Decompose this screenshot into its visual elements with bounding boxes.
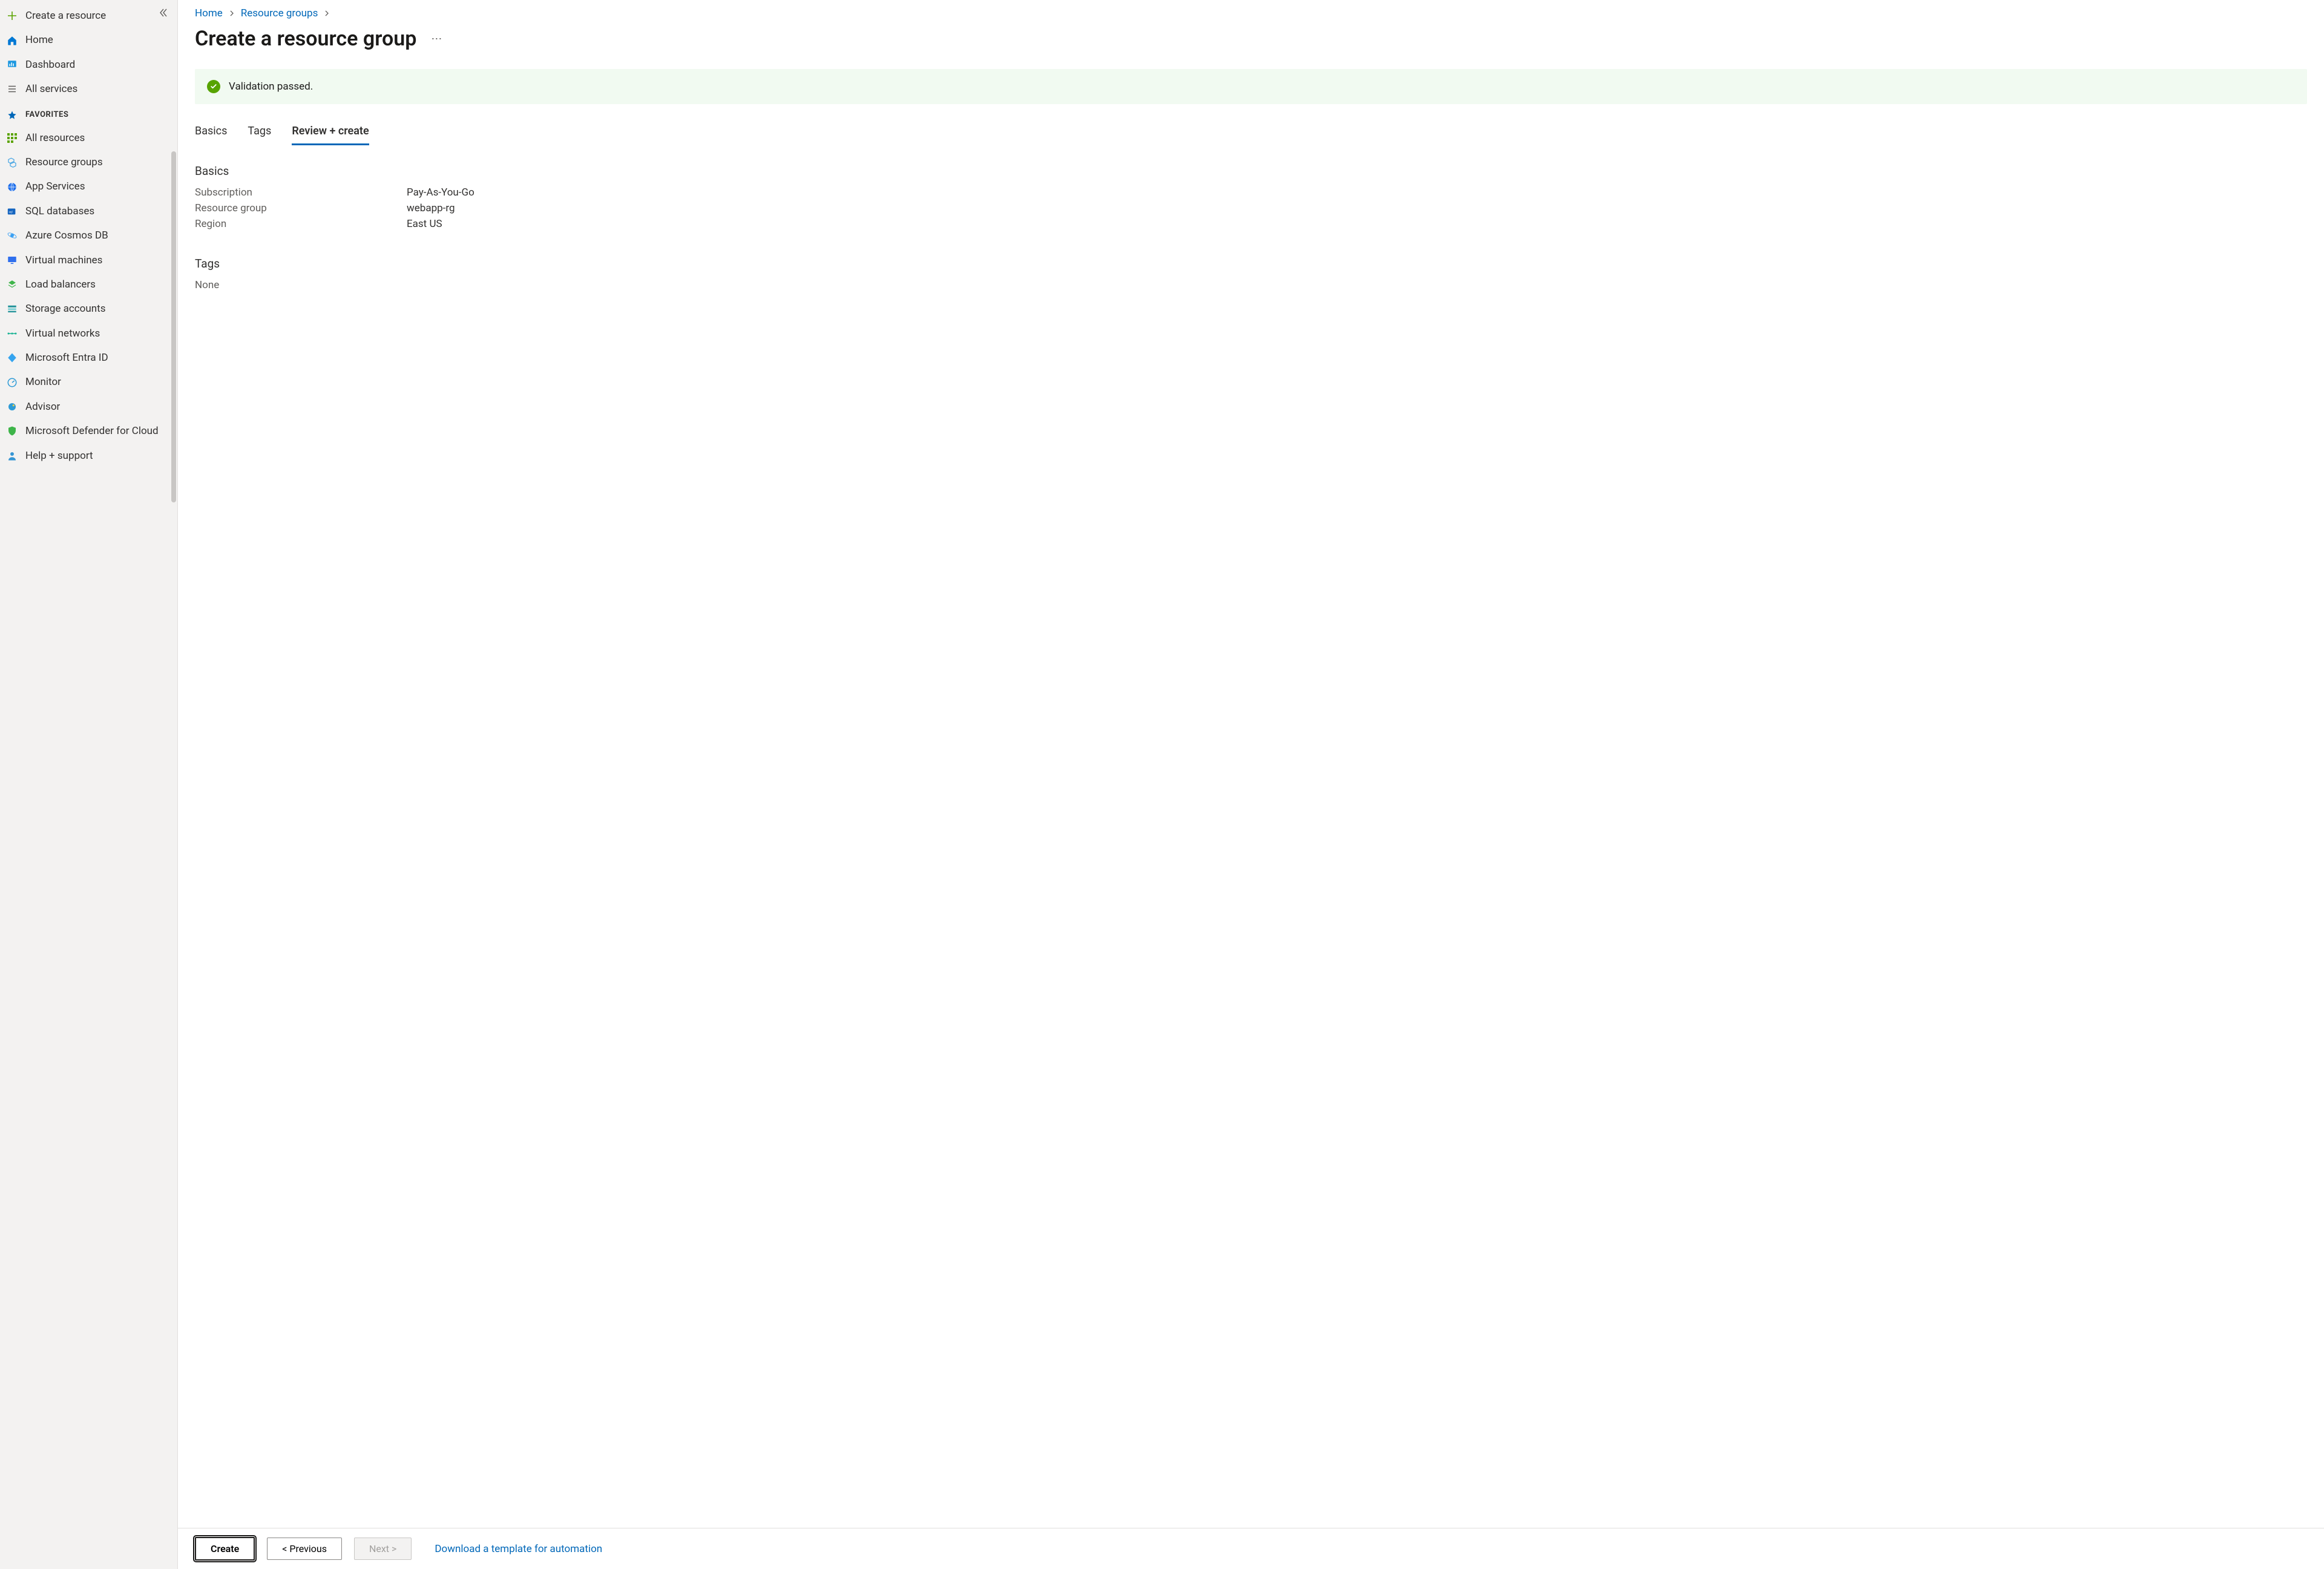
- sidebar-item-storage-accounts[interactable]: Storage accounts: [0, 297, 177, 321]
- grid-icon: [6, 132, 18, 144]
- tags-none-value: None: [195, 279, 2307, 291]
- sidebar-item-home[interactable]: Home: [0, 28, 177, 52]
- chevron-double-left-icon: [159, 8, 168, 18]
- sidebar-item-monitor[interactable]: Monitor: [0, 370, 177, 394]
- sidebar: Create a resource Home Dashboard All servic…: [0, 0, 178, 1569]
- star-icon: [6, 109, 18, 121]
- create-button[interactable]: Create: [195, 1537, 255, 1561]
- scrollbar-thumb[interactable]: [171, 151, 176, 502]
- page-title: Create a resource group: [195, 27, 416, 51]
- sidebar-item-cosmos-db[interactable]: Azure Cosmos DB: [0, 223, 177, 248]
- sidebar-scroll[interactable]: Create a resource Home Dashboard All servic…: [0, 0, 177, 1569]
- validation-message: Validation passed.: [229, 81, 313, 93]
- sidebar-item-all-resources[interactable]: All resources: [0, 126, 177, 150]
- sidebar-item-label: All resources: [25, 132, 85, 144]
- sidebar-item-label: Virtual networks: [25, 327, 100, 340]
- sidebar-item-label: Help + support: [25, 450, 93, 462]
- favorites-header: FAVORITES: [0, 102, 177, 126]
- more-actions-button[interactable]: ⋯: [427, 30, 445, 48]
- footer-action-bar: Create < Previous Next > Download a temp…: [178, 1528, 2324, 1569]
- download-template-link[interactable]: Download a template for automation: [435, 1543, 602, 1555]
- sidebar-item-resource-groups[interactable]: Resource groups: [0, 150, 177, 174]
- sidebar-item-sql-databases[interactable]: sql SQL databases: [0, 199, 177, 223]
- entra-icon: [6, 352, 18, 364]
- breadcrumb-home[interactable]: Home: [195, 7, 223, 19]
- sidebar-item-label: Dashboard: [25, 59, 75, 71]
- monitor-icon: [6, 377, 18, 389]
- collapse-sidebar-button[interactable]: [157, 6, 170, 19]
- tabs: Basics Tags Review + create: [195, 125, 2307, 146]
- sidebar-item-label: Resource groups: [25, 156, 103, 168]
- svg-text:sql: sql: [9, 211, 13, 214]
- sidebar-item-label: All services: [25, 83, 77, 95]
- review-tags-section: Tags None: [195, 257, 2307, 291]
- sql-icon: sql: [6, 205, 18, 217]
- tab-tags[interactable]: Tags: [248, 125, 271, 145]
- sidebar-item-defender[interactable]: Microsoft Defender for Cloud: [0, 419, 177, 443]
- review-basics-section: Basics Subscription Pay-As-You-Go Resource…: [195, 164, 2307, 230]
- sidebar-item-app-services[interactable]: App Services: [0, 174, 177, 199]
- sidebar-item-label: SQL databases: [25, 205, 94, 217]
- chevron-right-icon: [229, 10, 235, 16]
- home-icon: [6, 35, 18, 47]
- sidebar-item-label: Azure Cosmos DB: [25, 229, 108, 242]
- review-row-key: Region: [195, 218, 395, 230]
- support-icon: [6, 450, 18, 462]
- main-content: Home Resource groups Create a resource g…: [178, 0, 2324, 1569]
- sidebar-item-advisor[interactable]: Advisor: [0, 395, 177, 419]
- sidebar-item-entra-id[interactable]: Microsoft Entra ID: [0, 346, 177, 370]
- sidebar-item-label: Storage accounts: [25, 303, 105, 315]
- previous-button[interactable]: < Previous: [267, 1538, 342, 1560]
- basics-section-title: Basics: [195, 164, 2307, 178]
- vnet-icon: [6, 327, 18, 340]
- sidebar-item-label: Microsoft Entra ID: [25, 352, 108, 364]
- review-row-value: webapp-rg: [407, 202, 455, 214]
- sidebar-item-load-balancers[interactable]: Load balancers: [0, 272, 177, 297]
- sidebar-item-label: Advisor: [25, 401, 60, 413]
- tab-basics[interactable]: Basics: [195, 125, 227, 145]
- next-button: Next >: [354, 1538, 412, 1560]
- sidebar-item-virtual-machines[interactable]: Virtual machines: [0, 248, 177, 272]
- plus-icon: [6, 10, 18, 22]
- sidebar-item-dashboard[interactable]: Dashboard: [0, 53, 177, 77]
- review-row: Resource group webapp-rg: [195, 202, 2307, 214]
- sidebar-item-label: Microsoft Defender for Cloud: [25, 425, 159, 437]
- tab-review-create[interactable]: Review + create: [292, 125, 369, 145]
- validation-banner: Validation passed.: [195, 69, 2307, 104]
- sidebar-item-virtual-networks[interactable]: Virtual networks: [0, 321, 177, 346]
- storage-icon: [6, 303, 18, 315]
- list-icon: [6, 83, 18, 95]
- review-row-key: Resource group: [195, 202, 395, 214]
- breadcrumb-resource-groups[interactable]: Resource groups: [241, 7, 318, 19]
- sidebar-item-all-services[interactable]: All services: [0, 77, 177, 101]
- advisor-icon: [6, 401, 18, 413]
- review-row-value: East US: [407, 218, 442, 230]
- sidebar-item-label: Monitor: [25, 376, 61, 388]
- review-row: Region East US: [195, 218, 2307, 230]
- sidebar-item-label: Load balancers: [25, 278, 96, 291]
- cube-group-icon: [6, 156, 18, 168]
- sidebar-item-label: Virtual machines: [25, 254, 102, 266]
- check-circle-icon: [207, 80, 220, 93]
- cosmos-icon: [6, 229, 18, 242]
- tags-section-title: Tags: [195, 257, 2307, 271]
- sidebar-item-help-support[interactable]: Help + support: [0, 444, 177, 468]
- breadcrumb: Home Resource groups: [195, 7, 2307, 19]
- chevron-right-icon: [324, 10, 330, 16]
- review-row-value: Pay-As-You-Go: [407, 186, 474, 199]
- sidebar-item-label: Create a resource: [25, 10, 106, 22]
- lb-icon: [6, 278, 18, 291]
- vm-icon: [6, 254, 18, 266]
- globe-icon: [6, 181, 18, 193]
- sidebar-item-label: Home: [25, 34, 53, 46]
- shield-icon: [6, 425, 18, 437]
- dashboard-icon: [6, 59, 18, 71]
- sidebar-item-label: App Services: [25, 180, 85, 192]
- review-row-key: Subscription: [195, 186, 395, 199]
- sidebar-item-create-resource[interactable]: Create a resource: [0, 4, 177, 28]
- review-row: Subscription Pay-As-You-Go: [195, 186, 2307, 199]
- favorites-label: FAVORITES: [25, 110, 68, 119]
